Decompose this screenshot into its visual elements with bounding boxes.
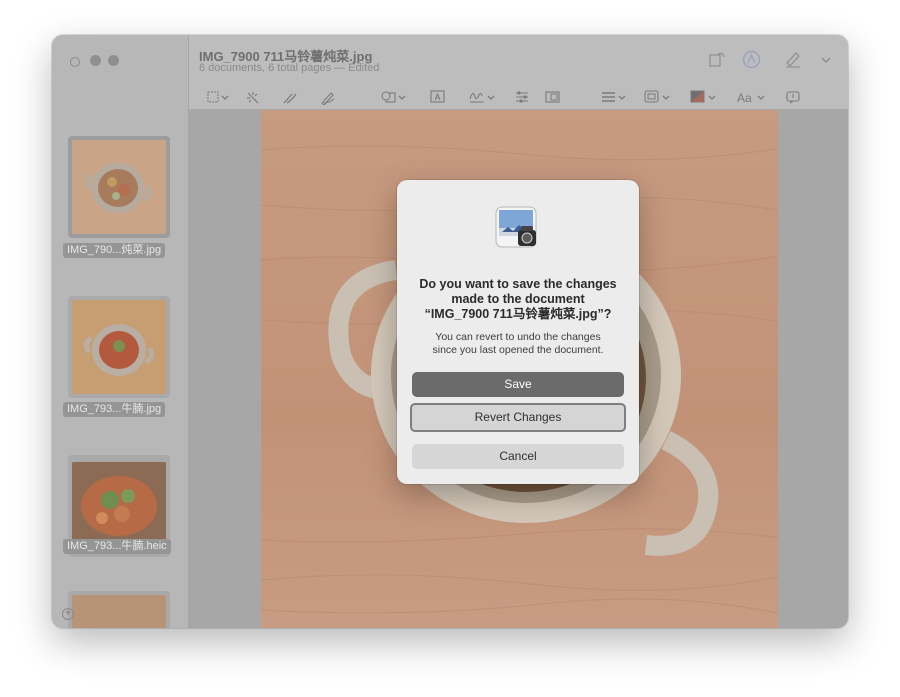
adjust-color-icon[interactable] bbox=[515, 91, 529, 103]
instant-alpha-icon[interactable] bbox=[246, 91, 260, 105]
title-toolbar: IMG_7900 711马铃薯炖菜.jpg 6 documents, 6 tot… bbox=[189, 35, 848, 110]
shape-style-icon[interactable] bbox=[601, 91, 627, 103]
revert-changes-button[interactable]: Revert Changes bbox=[410, 403, 626, 432]
description-icon[interactable] bbox=[786, 91, 800, 104]
window-subtitle: 6 documents, 6 total pages — Edited bbox=[199, 62, 380, 74]
soup-photo-thumb-icon bbox=[83, 324, 154, 376]
stew-photo-thumb-icon bbox=[84, 163, 152, 213]
text-box-icon[interactable] bbox=[430, 90, 446, 104]
zoom-window-button[interactable] bbox=[108, 55, 119, 66]
dialog-title-line-2: made to the document bbox=[451, 292, 585, 306]
minimize-window-button[interactable] bbox=[90, 55, 101, 66]
cancel-button[interactable]: Cancel bbox=[412, 444, 624, 469]
thumbnail-4[interactable] bbox=[68, 591, 170, 628]
thumbnail-1[interactable] bbox=[68, 136, 170, 238]
sketch-icon[interactable] bbox=[282, 91, 298, 105]
save-button[interactable]: Save bbox=[412, 372, 624, 397]
markup-icon[interactable] bbox=[742, 50, 761, 69]
add-page-button[interactable]: + bbox=[62, 608, 74, 620]
dish-photo-thumb-icon bbox=[72, 462, 166, 550]
thumbnail-2[interactable] bbox=[68, 296, 170, 398]
signature-icon[interactable] bbox=[469, 90, 497, 104]
adjust-size-icon[interactable] bbox=[545, 91, 561, 104]
rotate-icon[interactable] bbox=[708, 51, 726, 68]
dialog-message-line-2: since you last opened the document. bbox=[432, 344, 604, 356]
thumbnail-2-label: IMG_793...牛腩.jpg bbox=[63, 402, 166, 417]
fill-color-icon[interactable] bbox=[690, 90, 718, 104]
dialog-message-line-1: You can revert to undo the changes bbox=[435, 331, 601, 343]
shapes-icon[interactable] bbox=[381, 90, 407, 104]
text-style-icon[interactable]: Aa bbox=[737, 91, 767, 105]
thumbnail-1-label: IMG_790...炖菜.jpg bbox=[63, 243, 166, 258]
highlight-pen-icon[interactable] bbox=[784, 50, 802, 68]
rectangle-selection-icon[interactable] bbox=[207, 91, 231, 103]
chevron-down-icon[interactable] bbox=[821, 56, 831, 64]
save-changes-dialog: Do you want to save the changes made to … bbox=[397, 180, 639, 484]
thumbnail-3-label: IMG_793...牛腩.heic bbox=[63, 539, 171, 554]
dialog-title-line-1: Do you want to save the changes bbox=[419, 277, 617, 291]
dialog-message: You can revert to undo the changes since… bbox=[411, 331, 625, 357]
thumbnail-sidebar: IMG_790...炖菜.jpg IMG_793...牛腩.jpg IMG_79… bbox=[52, 35, 189, 628]
dialog-title-line-3: “IMG_7900 711马铃薯炖菜.jpg”? bbox=[424, 307, 612, 321]
dialog-title: Do you want to save the changes made to … bbox=[411, 277, 625, 322]
draw-icon[interactable] bbox=[320, 91, 336, 105]
close-window-button[interactable] bbox=[70, 57, 80, 67]
border-color-icon[interactable] bbox=[644, 90, 672, 104]
preview-app-icon bbox=[494, 204, 542, 252]
